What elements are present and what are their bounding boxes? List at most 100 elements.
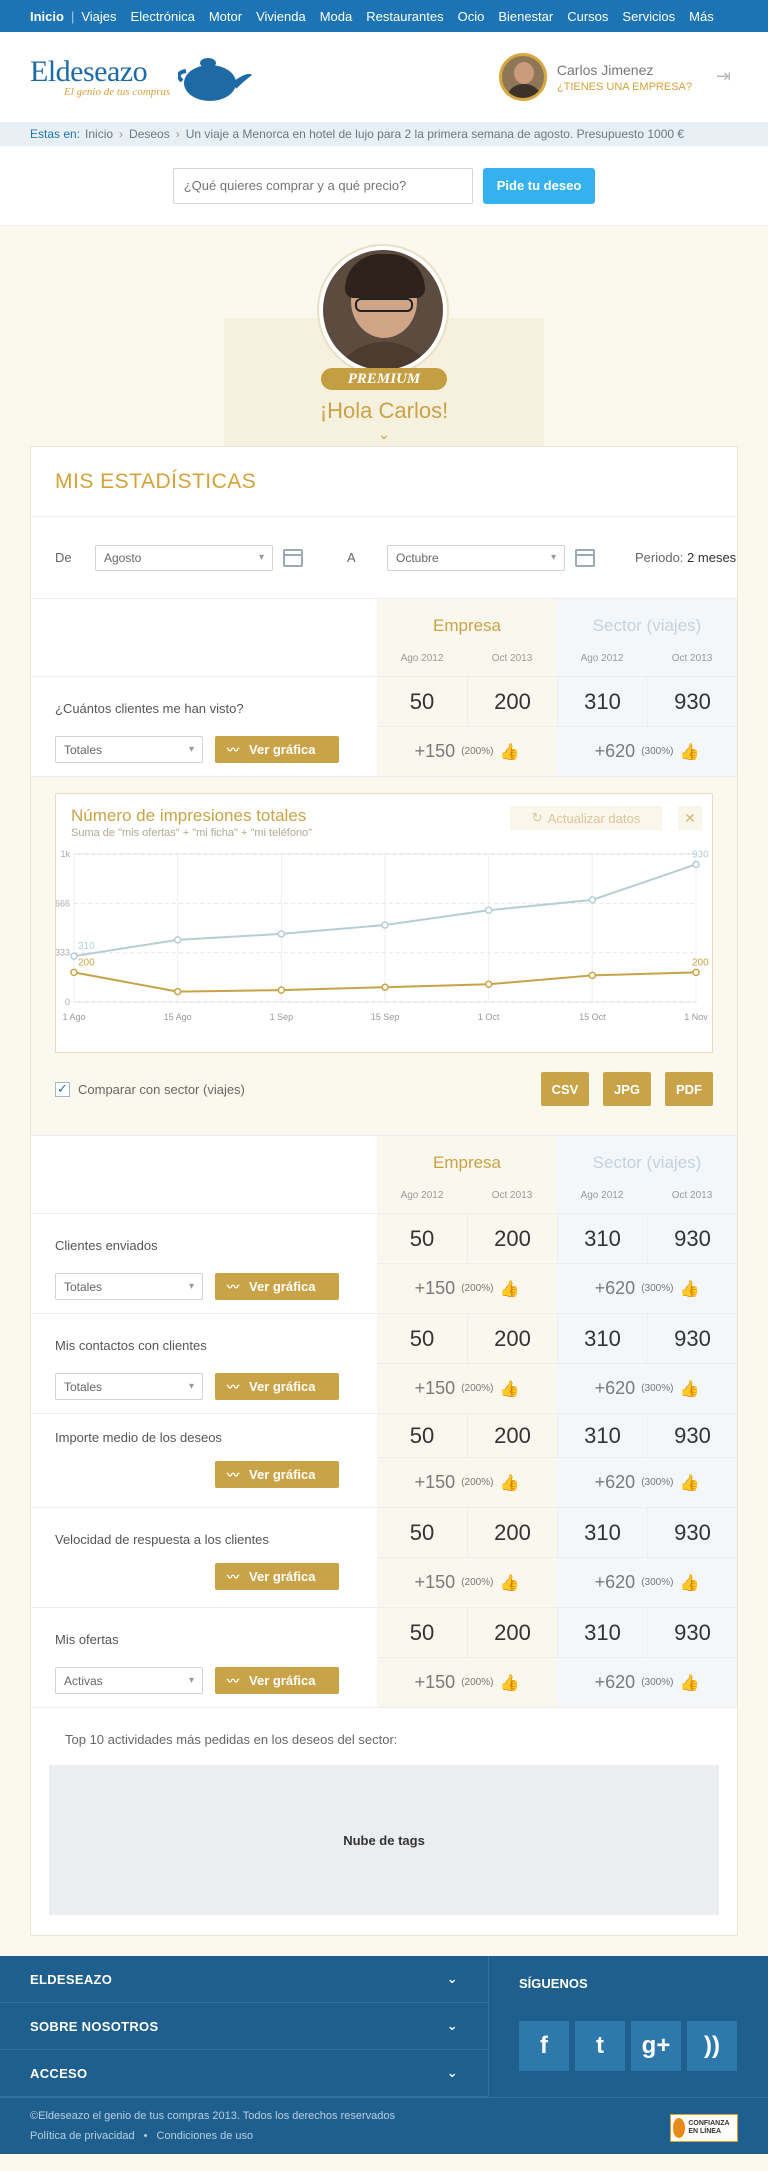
ver-grafica-button[interactable]: 〰 Ver gráfica [215,736,339,763]
user-name[interactable]: Carlos Jimenez [557,62,692,78]
data-label: 200 [692,957,709,968]
siguenos-title: SÍGUENOS [519,1976,588,1991]
data-point [70,968,78,977]
twitter-icon[interactable]: t [575,2021,625,2071]
y-tick-label: 0 [65,997,70,1007]
stat-select[interactable]: Totales ▾ [55,736,203,763]
user-box[interactable]: Carlos Jimenez ¿TIENES UNA EMPRESA? ⇥ [498,53,738,101]
breadcrumb-item-inicio[interactable]: Inicio [85,127,113,141]
stat-row: Mis ofertas Activas ▾ 〰 Ver gráfica 50 200 3… [31,1608,737,1708]
stat-select[interactable]: Totales ▾ [55,1273,203,1300]
date-filters: De Agosto ▾ A Octubre ▾ Periodo: 2 meses [31,517,737,599]
breadcrumb-item-current: Un viaje a Menorca en hotel de lujo para… [185,127,685,141]
from-select[interactable]: Agosto ▾ [95,544,273,571]
nav-item-inicio[interactable]: Inicio [30,9,71,24]
confianza-badge[interactable]: CONFIANZA EN LÍNEA [670,2114,738,2142]
breadcrumb-item-deseos[interactable]: Deseos [129,127,170,141]
chart-box: Número de impresiones totales Suma de "m… [55,793,713,1053]
terms-link[interactable]: Condiciones de uso [157,2130,254,2142]
nav-item-electronica[interactable]: Electrónica [124,9,202,24]
google-plus-icon[interactable]: g+ [631,2021,681,2071]
chevron-right-icon: › [175,127,180,141]
logout-icon[interactable]: ⇥ [716,66,738,88]
nav-item-bienestar[interactable]: Bienestar [491,9,560,24]
thumbs-up-icon: 👍 [499,1574,520,1592]
nav-item-servicios[interactable]: Servicios [615,9,682,24]
rss-icon[interactable]: )) [687,2021,737,2071]
chevron-down-icon[interactable]: ⌄ [224,426,544,443]
data-label: 310 [78,941,95,952]
stat-row: Clientes enviados Totales ▾ 〰 Ver gráfica … [31,1214,737,1314]
thumbs-up-icon: 👍 [499,1474,520,1492]
search-input[interactable] [172,167,473,204]
stat-select[interactable]: Totales ▾ [55,1373,203,1400]
footer-item-eldeseazo[interactable]: ELDESEAZO ⌄ [0,1956,488,2003]
chart-subtitle: Suma de "mis ofertas" + "mi ficha" + "mi… [71,827,313,839]
col-empresa: Empresa [432,616,502,635]
calendar-icon[interactable] [283,548,303,567]
nav-item-viajes[interactable]: Viajes [74,9,123,24]
jpg-button[interactable]: JPG [603,1072,651,1106]
stat-label: Mis ofertas [55,1632,119,1647]
profile-section: PREMIUM ¡Hola Carlos! ⌄ [0,226,768,446]
nav-item-vivienda[interactable]: Vivienda [249,9,313,24]
data-point [70,952,78,960]
checkbox[interactable]: ✓ [55,1081,70,1097]
facebook-icon[interactable]: f [519,2021,569,2071]
ver-grafica-button[interactable]: 〰 Ver gráfica [215,1373,339,1400]
site-header: Eldeseazo El genio de tus compras Carlos… [0,32,768,122]
stat-select[interactable]: Activas ▾ [55,1667,203,1694]
seal-icon [673,2118,686,2138]
privacy-link[interactable]: Política de privacidad [30,2130,135,2142]
stat-label: Importe medio de los deseos [55,1430,222,1445]
ver-grafica-button[interactable]: 〰 Ver gráfica [215,1273,339,1300]
stat-row: Velocidad de respuesta a los clientes 〰 V… [31,1508,737,1608]
tags-title: Top 10 actividades más pedidas en los de… [65,1732,398,1747]
to-select[interactable]: Octubre ▾ [387,544,565,571]
close-icon[interactable]: ✕ [678,806,702,830]
col-empresa: Empresa [432,1153,502,1172]
thumbs-up-icon: 👍 [499,1674,520,1692]
trend-icon: 〰 [227,1468,240,1482]
footer-item-sobre-nosotros[interactable]: SOBRE NOSOTROS ⌄ [0,2003,488,2050]
footer-item-acceso[interactable]: ACCESO ⌄ [0,2050,488,2097]
data-label: 930 [692,850,709,860]
refresh-icon: ↻ [531,810,543,825]
csv-button[interactable]: CSV [541,1072,589,1106]
logo-tagline: El genio de tus compras [64,85,171,98]
data-point [484,906,493,914]
nav-item-ocio[interactable]: Ocio [451,9,492,24]
actualizar-datos-button[interactable]: ↻ Actualizar datos [510,806,662,830]
avatar[interactable] [498,53,547,101]
chevron-down-icon: ⌄ [446,1971,458,1986]
pdf-button[interactable]: PDF [665,1072,713,1106]
x-tick-label: 1 Ago [62,1012,85,1022]
nav-item-mas[interactable]: Más [682,9,721,24]
thumbs-up-icon: 👍 [679,1674,700,1692]
nav-item-motor[interactable]: Motor [202,9,249,24]
logo-name: Eldeseazo [30,54,148,88]
stats-panel: MIS ESTADÍSTICAS De Agosto ▾ A Octubre ▾ P… [30,446,738,1936]
nav-item-restaurantes[interactable]: Restaurantes [359,9,450,24]
data-point [588,896,597,904]
chevron-down-icon: ▾ [188,1281,194,1292]
premium-badge: PREMIUM [321,368,447,390]
ver-grafica-button[interactable]: 〰 Ver gráfica [215,1461,339,1488]
company-link[interactable]: ¿TIENES UNA EMPRESA? [557,81,692,93]
thumbs-up-icon: 👍 [679,1574,700,1592]
thumbs-up-icon: 👍 [679,743,700,761]
stat-label: Velocidad de respuesta a los clientes [55,1532,269,1547]
top-nav: Inicio | Viajes Electrónica Motor Vivien… [0,0,768,32]
breadcrumb: Estas en: Inicio › Deseos › Un viaje a M… [0,122,768,146]
x-tick-label: 15 Ago [164,1012,192,1022]
calendar-icon[interactable] [575,548,595,567]
nav-item-cursos[interactable]: Cursos [560,9,615,24]
ver-grafica-button[interactable]: 〰 Ver gráfica [215,1667,339,1694]
pide-tu-deseo-button[interactable]: Pide tu deseo [482,167,596,204]
ver-grafica-button[interactable]: 〰 Ver gráfica [215,1563,339,1590]
nav-item-moda[interactable]: Moda [313,9,360,24]
compare-checkbox[interactable]: ✓ Comparar con sector (viajes) [55,1081,245,1097]
breadcrumb-label: Estas en: [30,127,81,141]
logo[interactable]: Eldeseazo El genio de tus compras [30,51,254,103]
data-point [173,936,182,944]
